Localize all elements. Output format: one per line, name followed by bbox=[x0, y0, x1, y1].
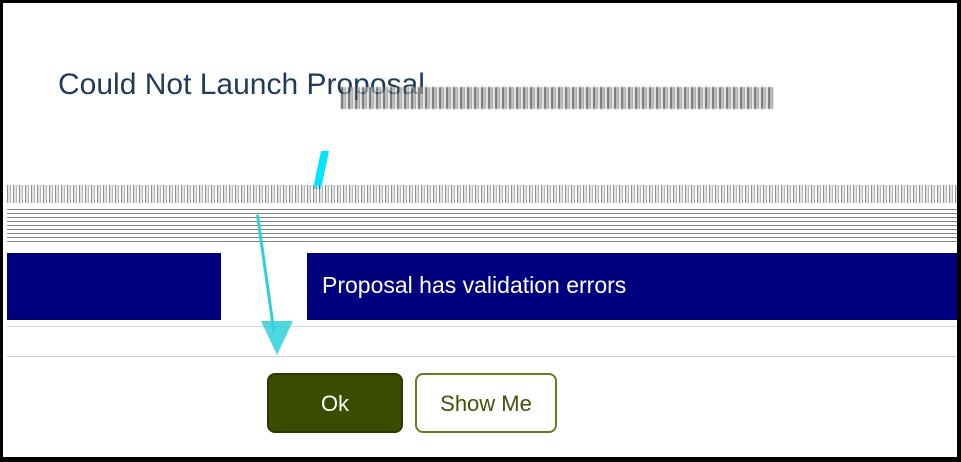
annotation-arrowhead-icon bbox=[261, 321, 293, 355]
validation-list-cell bbox=[7, 253, 221, 320]
ok-button[interactable]: Ok bbox=[267, 373, 403, 433]
show-me-button[interactable]: Show Me bbox=[415, 373, 557, 433]
garbled-lines bbox=[7, 209, 957, 245]
validation-error-text: Proposal has validation errors bbox=[322, 272, 627, 298]
divider bbox=[7, 356, 957, 357]
validation-error-banner: Proposal has validation errors bbox=[307, 253, 957, 320]
divider bbox=[7, 326, 957, 327]
annotation-mark bbox=[312, 151, 330, 189]
dialog-window: Could Not Launch Proposal Proposal has v… bbox=[0, 0, 961, 462]
garbled-text-overlay bbox=[341, 87, 773, 109]
garbled-instruction-text bbox=[7, 185, 957, 203]
